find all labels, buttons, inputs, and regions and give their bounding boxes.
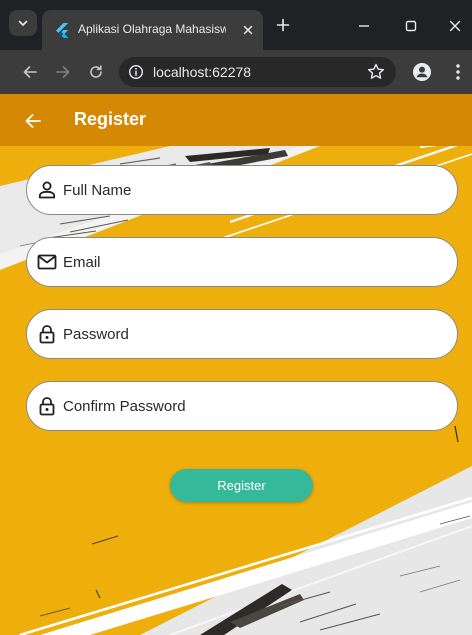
info-icon[interactable] — [128, 64, 144, 80]
arrow-left-icon — [25, 114, 41, 128]
lock-icon — [39, 397, 55, 416]
app-bar: Register — [0, 94, 472, 146]
full-name-input[interactable] — [63, 166, 443, 214]
back-button[interactable] — [20, 108, 46, 134]
flutter-logo-icon — [56, 23, 69, 38]
toolbar: localhost:62278 — [0, 50, 472, 94]
profile-button[interactable] — [410, 60, 434, 84]
register-form-area: Register — [0, 146, 472, 635]
register-button[interactable]: Register — [170, 469, 313, 502]
minimize-button[interactable] — [354, 16, 374, 36]
new-tab-button[interactable] — [272, 14, 294, 36]
reload-icon — [90, 65, 102, 78]
minimize-icon — [359, 25, 369, 27]
email-input[interactable] — [63, 238, 443, 286]
address-bar[interactable]: localhost:62278 — [119, 57, 396, 87]
password-input[interactable] — [63, 310, 443, 358]
password-field — [26, 309, 458, 359]
url-text: localhost:62278 — [153, 64, 252, 80]
browser-menu-button[interactable] — [448, 60, 468, 84]
confirm-password-field — [26, 381, 458, 431]
email-field — [26, 237, 458, 287]
page-title: Register — [74, 109, 147, 129]
maximize-button[interactable] — [401, 16, 421, 36]
chevron-down-icon — [18, 20, 28, 26]
arrow-right-icon — [56, 66, 70, 78]
mail-icon — [37, 254, 57, 270]
full-name-field — [26, 165, 458, 215]
forward-nav-button[interactable] — [51, 60, 75, 84]
person-icon — [38, 181, 56, 199]
tab-search-button[interactable] — [9, 10, 37, 36]
arrow-left-icon — [23, 66, 37, 78]
close-window-button[interactable] — [445, 16, 465, 36]
star-icon[interactable] — [366, 62, 386, 82]
plus-icon — [276, 18, 290, 32]
close-icon — [449, 20, 461, 32]
back-nav-button[interactable] — [18, 60, 42, 84]
confirm-password-input[interactable] — [63, 382, 443, 430]
reload-button[interactable] — [84, 60, 108, 84]
maximize-icon — [405, 20, 417, 32]
tab-strip: Aplikasi Olahraga Mahasiswa — [0, 0, 472, 56]
profile-icon — [413, 63, 431, 81]
active-tab[interactable]: Aplikasi Olahraga Mahasiswa — [42, 10, 263, 50]
tab-close-button[interactable] — [238, 20, 258, 40]
more-vertical-icon — [456, 64, 460, 80]
lock-icon — [39, 325, 55, 344]
browser-window: Aplikasi Olahraga Mahasiswa localhost:62… — [0, 0, 472, 635]
tab-title: Aplikasi Olahraga Mahasiswa — [78, 22, 226, 36]
close-icon — [243, 25, 253, 35]
